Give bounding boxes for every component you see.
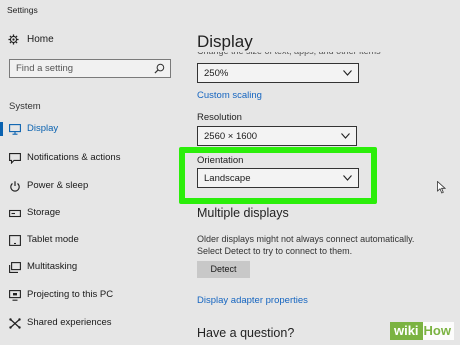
title-bar: Settings	[0, 0, 460, 22]
search-placeholder: Find a setting	[16, 63, 74, 74]
resolution-label: Resolution	[197, 112, 242, 123]
storage-icon	[9, 209, 21, 218]
multitasking-icon	[9, 262, 21, 273]
sidebar-item-label: Multitasking	[27, 261, 78, 272]
active-indicator	[0, 122, 3, 136]
chevron-down-icon	[343, 70, 352, 76]
sidebar-item-power[interactable]: Power & sleep	[0, 176, 182, 196]
page-title: Display	[197, 32, 253, 51]
sidebar-item-storage[interactable]: Storage	[0, 203, 182, 223]
sidebar: Home Find a setting System Display Notif…	[0, 22, 182, 345]
sidebar-item-label: Display	[27, 123, 59, 134]
sidebar-item-multitasking[interactable]: Multitasking	[0, 257, 182, 277]
home-nav-item[interactable]: Home	[8, 34, 54, 45]
message-icon	[9, 153, 21, 164]
sidebar-item-display[interactable]: Display	[0, 119, 182, 139]
sidebar-item-label: Power & sleep	[27, 180, 89, 191]
power-icon	[10, 181, 20, 192]
orientation-highlight-box	[179, 147, 377, 204]
search-icon[interactable]	[154, 63, 165, 74]
multiple-displays-heading: Multiple displays	[197, 206, 289, 220]
watermark-how: How	[422, 322, 454, 340]
shared-icon	[9, 318, 21, 329]
mouse-cursor-icon	[437, 181, 446, 194]
sidebar-item-label: Shared experiences	[27, 317, 112, 328]
custom-scaling-link[interactable]: Custom scaling	[197, 90, 262, 101]
detect-button[interactable]: Detect	[197, 261, 250, 278]
sidebar-item-label: Tablet mode	[27, 234, 79, 245]
watermark-wiki: wiki	[389, 322, 423, 340]
projector-icon	[9, 290, 21, 301]
sidebar-item-notifications[interactable]: Notifications & actions	[0, 148, 182, 168]
sidebar-item-tablet-mode[interactable]: Tablet mode	[0, 230, 182, 250]
search-input[interactable]: Find a setting	[9, 59, 171, 78]
tablet-icon	[9, 235, 21, 246]
multiple-displays-description: Older displays might not always connect …	[197, 234, 415, 256]
resolution-value: 2560 × 1600	[204, 131, 258, 142]
scale-dropdown[interactable]: 250%	[197, 63, 359, 83]
monitor-icon	[9, 124, 21, 135]
sidebar-item-label: Projecting to this PC	[27, 289, 114, 300]
section-label: System	[9, 101, 41, 112]
display-adapter-properties-link[interactable]: Display adapter properties	[197, 295, 308, 306]
wikihow-watermark: wiki How	[389, 322, 454, 340]
resolution-dropdown[interactable]: 2560 × 1600	[197, 126, 357, 146]
sidebar-item-label: Notifications & actions	[27, 152, 121, 163]
window-title: Settings	[7, 5, 38, 15]
sidebar-item-shared-experiences[interactable]: Shared experiences	[0, 313, 182, 333]
have-a-question-heading: Have a question?	[197, 326, 295, 340]
scale-value: 250%	[204, 68, 229, 79]
gear-icon	[8, 34, 19, 45]
chevron-down-icon	[341, 133, 350, 139]
home-label: Home	[27, 34, 54, 45]
sidebar-item-label: Storage	[27, 207, 61, 218]
sidebar-item-projecting[interactable]: Projecting to this PC	[0, 285, 182, 305]
